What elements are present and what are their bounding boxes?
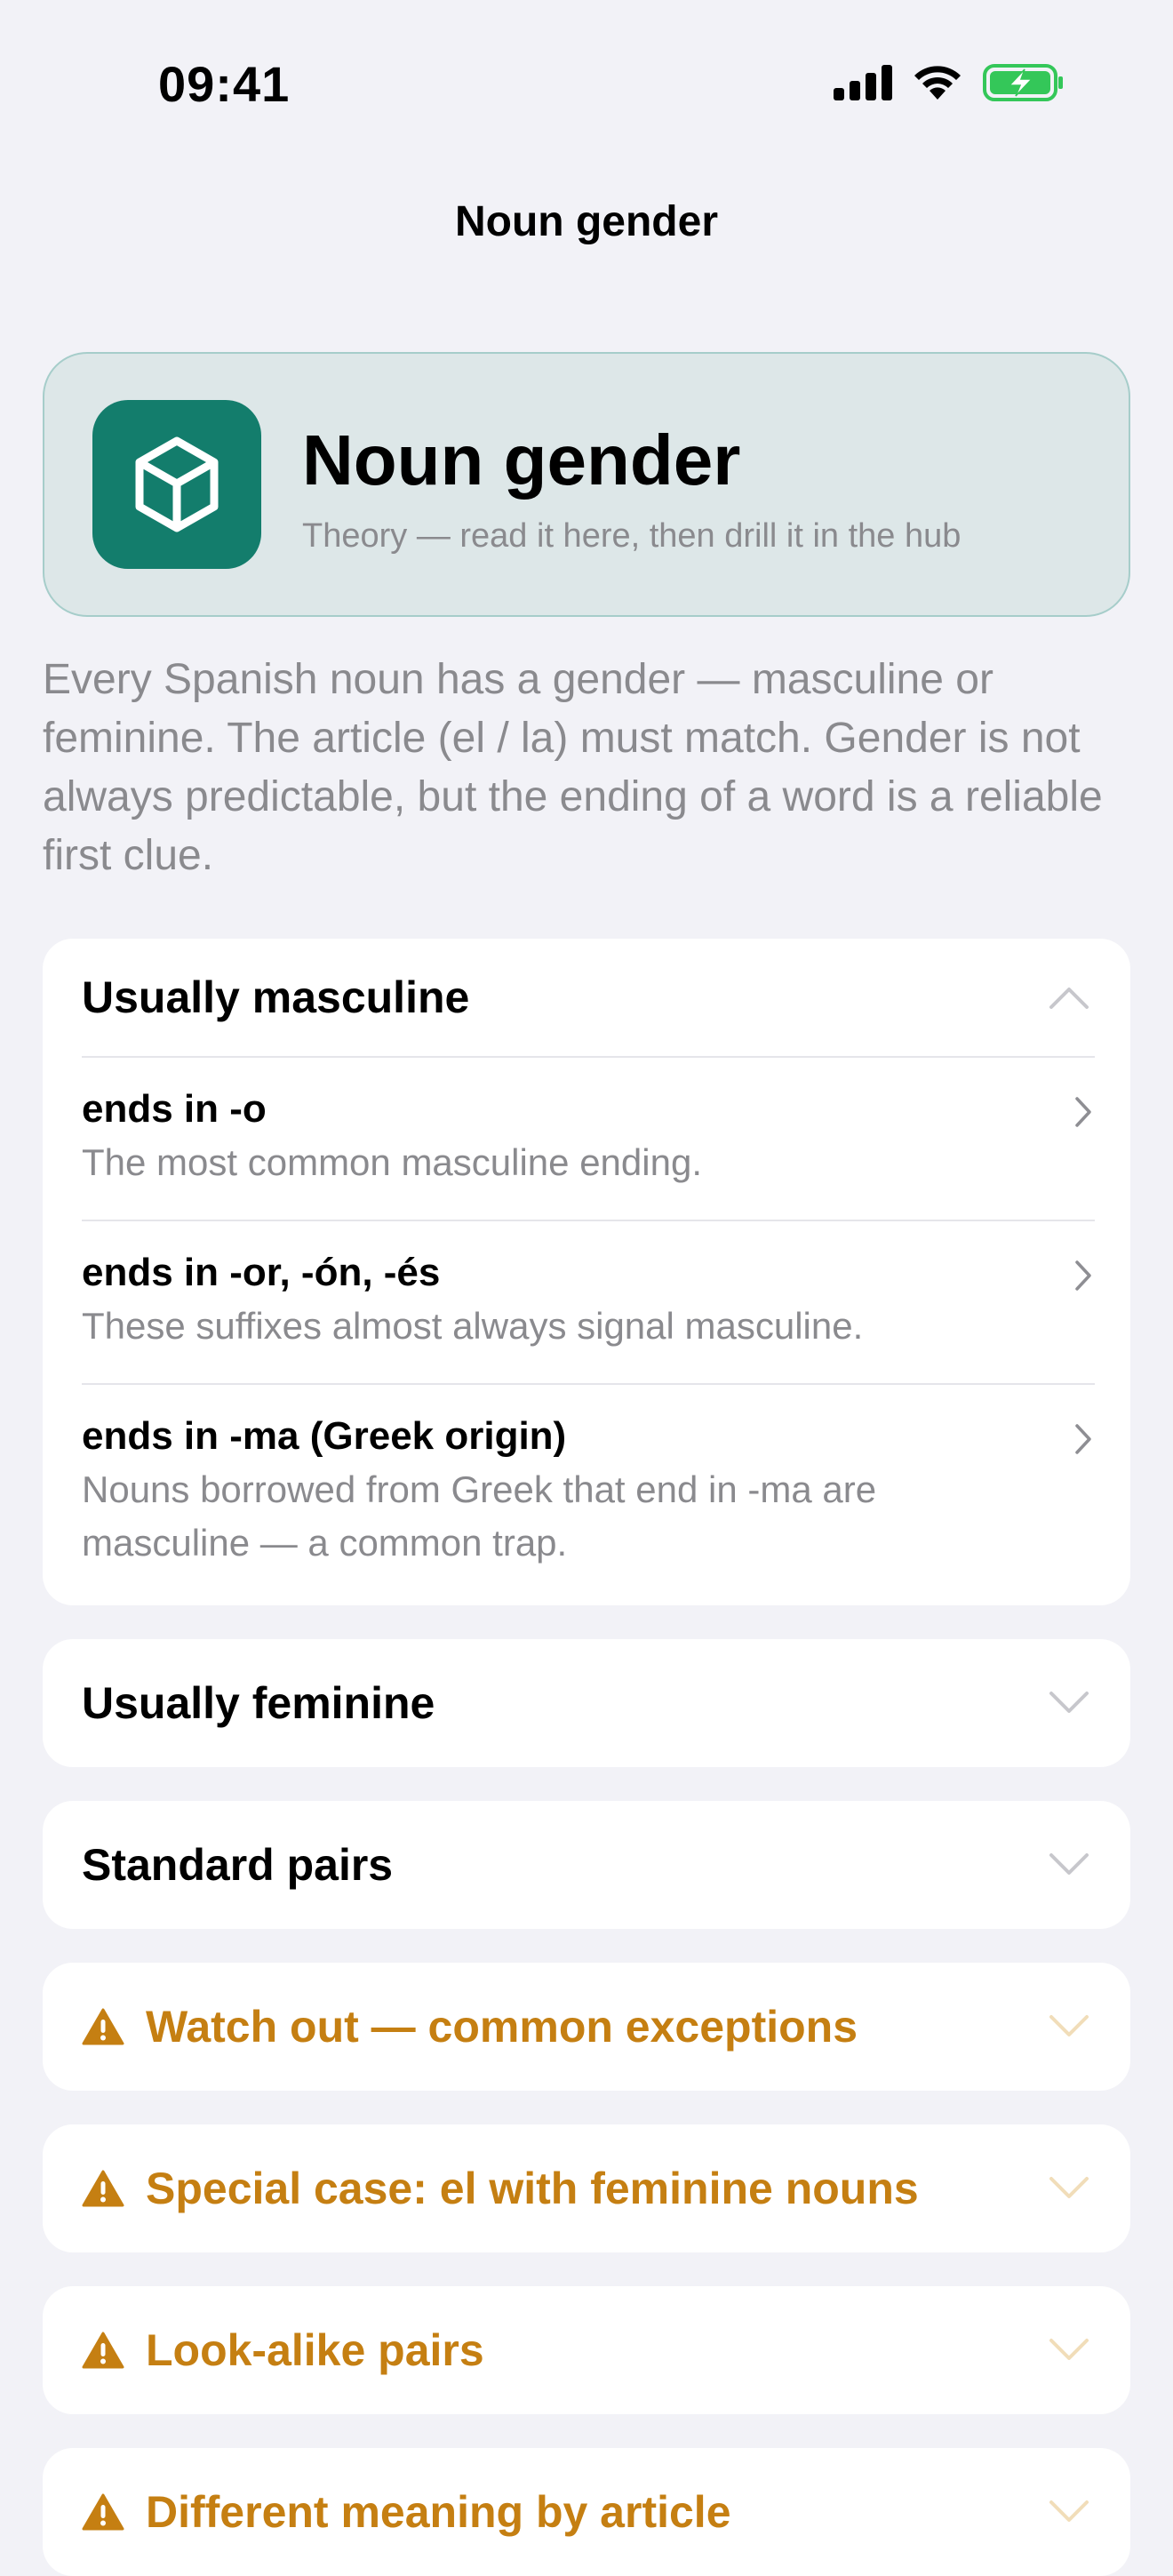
section-title: Look-alike pairs [146, 2325, 484, 2375]
chevron-up-icon [1049, 988, 1089, 1009]
cube-icon [135, 436, 219, 532]
section-title: Usually masculine [82, 972, 470, 1022]
section-header[interactable]: Special case: el with feminine nouns [43, 2124, 1130, 2252]
section-el-with-feminine: Special case: el with feminine nouns [43, 2124, 1130, 2252]
signal-icon [834, 65, 892, 100]
warning-icon [82, 2331, 124, 2370]
hero-subtitle: Theory — read it here, then drill it in … [302, 517, 962, 555]
wifi-icon [914, 66, 961, 100]
section-header[interactable]: Standard pairs [43, 1801, 1130, 1929]
chevron-right-icon [1075, 1424, 1091, 1454]
section-header[interactable]: Different meaning by article [43, 2448, 1130, 2576]
list-item[interactable]: ends in -o The most common masculine end… [43, 1058, 1130, 1220]
list-item[interactable]: ends in -or, -ón, -és These suffixes alm… [43, 1221, 1130, 1383]
list-item-description: These suffixes almost always signal masc… [82, 1305, 864, 1347]
list-item-title: ends in -or, -ón, -és [82, 1251, 441, 1294]
warning-icon [82, 2007, 124, 2046]
nav-title: Noun gender [455, 198, 718, 245]
list-item-description: The most common masculine ending. [82, 1141, 702, 1183]
chevron-right-icon [1075, 1260, 1091, 1291]
intro-text: Every Spanish noun has a gender — mascul… [43, 656, 1103, 879]
section-header[interactable]: Watch out — common exceptions [43, 1963, 1130, 2091]
chevron-down-icon [1049, 2339, 1089, 2360]
status-bar: 09:41 [0, 0, 1173, 160]
status-icons [834, 64, 1065, 101]
hero-icon-tile [92, 400, 261, 569]
chevron-down-icon [1049, 1692, 1089, 1713]
section-look-alike-pairs: Look-alike pairs [43, 2286, 1130, 2414]
content: Noun gender Theory — read it here, then … [43, 352, 1130, 2576]
hero-card: Noun gender Theory — read it here, then … [43, 352, 1130, 617]
section-common-exceptions: Watch out — common exceptions [43, 1963, 1130, 2091]
battery-charging-icon [983, 64, 1063, 101]
list-item-title: ends in -ma (Greek origin) [82, 1414, 567, 1458]
section-meaning-by-article: Different meaning by article [43, 2448, 1130, 2576]
chevron-down-icon [1049, 1853, 1089, 1875]
chevron-right-icon [1075, 1097, 1091, 1127]
section-header[interactable]: Look-alike pairs [43, 2286, 1130, 2414]
section-title: Watch out — common exceptions [146, 2002, 858, 2052]
hero-title: Noun gender [302, 420, 741, 500]
section-title: Different meaning by article [146, 2487, 731, 2537]
chevron-down-icon [1049, 2015, 1089, 2036]
section-header[interactable]: Usually feminine [43, 1639, 1130, 1767]
section-title: Usually feminine [82, 1678, 435, 1728]
list-item[interactable]: ends in -ma (Greek origin) Nouns borrowe… [43, 1385, 1130, 1605]
section-title: Special case: el with feminine nouns [146, 2164, 919, 2213]
section-standard-pairs: Standard pairs [43, 1801, 1130, 1929]
status-time: 09:41 [158, 56, 291, 112]
section-usually-masculine: Usually masculine ends in -o The most co… [43, 939, 1130, 1605]
section-title: Standard pairs [82, 1840, 394, 1890]
list-item-title: ends in -o [82, 1087, 267, 1131]
warning-icon [82, 2169, 124, 2208]
chevron-down-icon [1049, 2177, 1089, 2198]
list-item-description: Nouns borrowed from Greek that end in -m… [82, 1468, 877, 1564]
warning-icon [82, 2492, 124, 2532]
section-usually-feminine: Usually feminine [43, 1639, 1130, 1767]
section-header[interactable]: Usually masculine [43, 939, 1130, 1056]
chevron-down-icon [1049, 2500, 1089, 2522]
